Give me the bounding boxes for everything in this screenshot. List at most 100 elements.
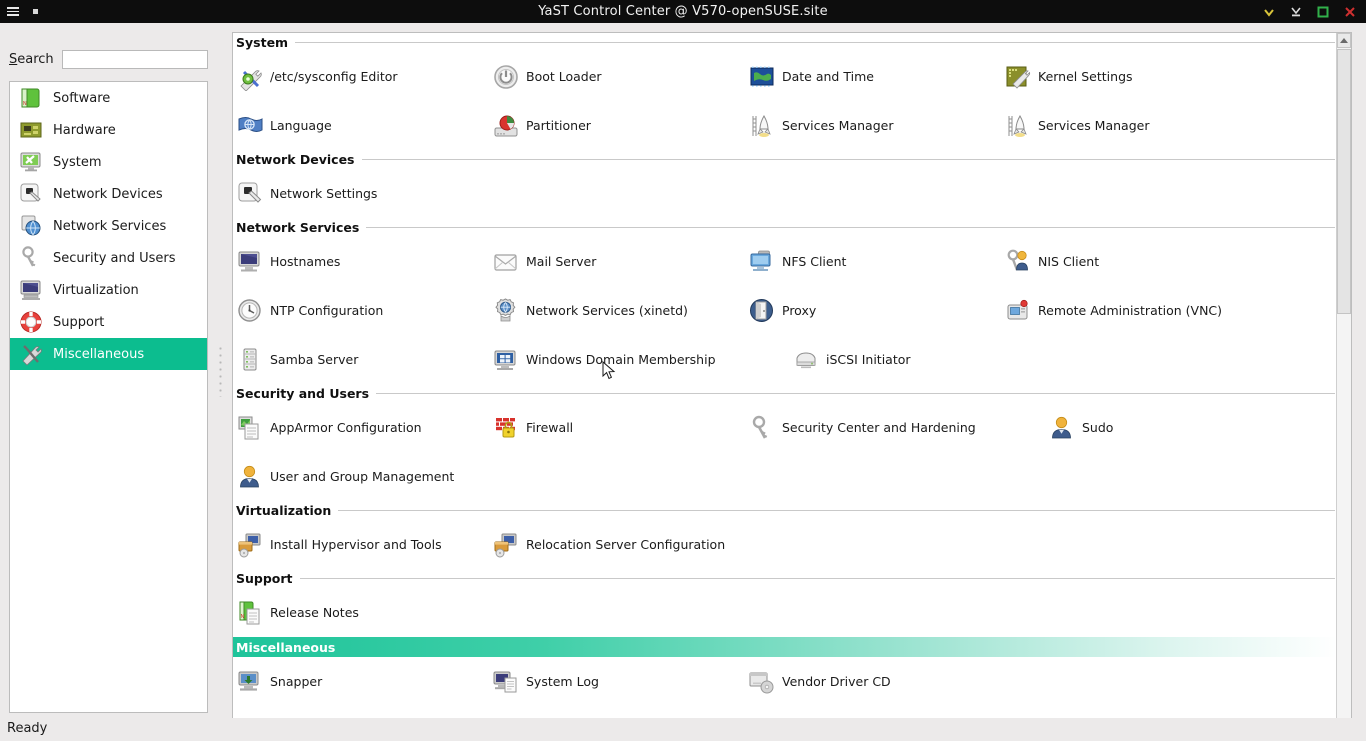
disk-pie-icon xyxy=(492,112,520,140)
module-install-hypervisor-and-tools[interactable]: Install Hypervisor and Tools xyxy=(236,520,492,569)
sidebar-item-label: Virtualization xyxy=(53,282,139,298)
module-label: NIS Client xyxy=(1038,254,1100,269)
sidebar-item-virtualization[interactable]: Virtualization xyxy=(10,274,207,306)
user-icon xyxy=(1048,414,1076,442)
gear-globe-icon xyxy=(492,297,520,325)
folder-monitor-icon xyxy=(748,248,776,276)
module-remote-administration-vnc[interactable]: Remote Administration (VNC) xyxy=(1004,286,1304,335)
module-label: User and Group Management xyxy=(270,469,455,484)
module-windows-domain-membership[interactable]: Windows Domain Membership xyxy=(492,335,792,384)
module-label: Install Hypervisor and Tools xyxy=(270,537,442,552)
module-nis-client[interactable]: NIS Client xyxy=(1004,237,1260,286)
module-hostnames[interactable]: Hostnames xyxy=(236,237,492,286)
module-sudo[interactable]: Sudo xyxy=(1048,403,1304,452)
maximize-button[interactable] xyxy=(1316,5,1330,19)
module-firewall[interactable]: Firewall xyxy=(492,403,748,452)
module-label: Windows Domain Membership xyxy=(526,352,716,367)
section-title: System xyxy=(236,35,289,50)
module-mail-server[interactable]: Mail Server xyxy=(492,237,748,286)
module-services-manager-1[interactable]: Services Manager xyxy=(748,101,1004,150)
module-ntp-configuration[interactable]: NTP Configuration xyxy=(236,286,492,335)
module-date-and-time[interactable]: Date and Time xyxy=(748,52,1004,101)
module-label: Language xyxy=(270,118,332,133)
flag-globe-icon xyxy=(236,112,264,140)
module-sysconfig-editor[interactable]: /etc/sysconfig Editor xyxy=(236,52,492,101)
module-system-log[interactable]: System Log xyxy=(492,657,748,706)
remote-screen-icon xyxy=(1004,297,1032,325)
module-services-manager-2[interactable]: Services Manager xyxy=(1004,101,1260,150)
envelope-icon xyxy=(492,248,520,276)
svg-text:N: N xyxy=(241,614,245,620)
rocket-launch-icon xyxy=(748,112,776,140)
sidebar-item-network-devices[interactable]: Network Devices xyxy=(10,178,207,210)
section-rule xyxy=(295,42,1335,43)
hamburger-icon[interactable] xyxy=(7,7,19,16)
module-partitioner[interactable]: Partitioner xyxy=(492,101,748,150)
module-iscsi-initiator[interactable]: iSCSI Initiator xyxy=(792,335,1048,384)
vertical-scrollbar[interactable] xyxy=(1336,33,1351,733)
box-monitor-icon xyxy=(492,531,520,559)
application-body: Search N Software Hardware System Networ… xyxy=(0,23,1366,734)
tools-icon xyxy=(18,341,44,367)
sidebar-item-label: Network Devices xyxy=(53,186,163,202)
disk-drive-icon xyxy=(792,346,820,374)
module-kernel-settings[interactable]: Kernel Settings xyxy=(1004,52,1260,101)
section-grid-miscellaneous: Snapper System Log Vendor Driver CD xyxy=(233,657,1337,706)
brick-wall-lock-icon xyxy=(492,414,520,442)
search-row: Search xyxy=(9,50,208,69)
sidebar-item-label: Network Services xyxy=(53,218,167,234)
sidebar-item-system[interactable]: System xyxy=(10,146,207,178)
svg-text:N: N xyxy=(23,101,27,107)
scrollbar-thumb[interactable] xyxy=(1337,49,1351,314)
keys-icon xyxy=(18,245,44,271)
module-network-services-xinetd[interactable]: Network Services (xinetd) xyxy=(492,286,748,335)
module-vendor-driver-cd[interactable]: Vendor Driver CD xyxy=(748,657,1004,706)
module-proxy[interactable]: Proxy xyxy=(748,286,1004,335)
sidebar-item-hardware[interactable]: Hardware xyxy=(10,114,207,146)
monitor-wrench-icon xyxy=(18,149,44,175)
wrench-screwdriver-icon xyxy=(236,63,264,91)
module-relocation-server-configuration[interactable]: Relocation Server Configuration xyxy=(492,520,792,569)
module-snapper[interactable]: Snapper xyxy=(236,657,492,706)
section-header-security-and-users: Security and Users xyxy=(236,384,1335,403)
sidebar-item-support[interactable]: Support xyxy=(10,306,207,338)
user-icon xyxy=(236,463,264,491)
section-title: Virtualization xyxy=(236,503,332,518)
lifebuoy-icon xyxy=(18,309,44,335)
computer-icon xyxy=(18,277,44,303)
close-button[interactable] xyxy=(1343,5,1357,19)
window-menu-dot-icon[interactable] xyxy=(33,9,38,14)
search-input[interactable] xyxy=(61,50,208,69)
sidebar-category-list[interactable]: N Software Hardware System Network Devic… xyxy=(9,81,208,713)
sidebar-item-label: Support xyxy=(53,314,105,330)
module-boot-loader[interactable]: Boot Loader xyxy=(492,52,748,101)
module-samba-server[interactable]: Samba Server xyxy=(236,335,492,384)
sidebar-item-miscellaneous[interactable]: Miscellaneous xyxy=(10,338,207,370)
splitter-grip xyxy=(219,345,222,397)
sidebar-item-software[interactable]: N Software xyxy=(10,82,207,114)
module-network-settings[interactable]: Network Settings xyxy=(236,169,492,218)
windows-monitor-icon xyxy=(492,346,520,374)
module-language[interactable]: Language xyxy=(236,101,492,150)
section-title: Miscellaneous xyxy=(236,639,336,655)
minimize-button[interactable] xyxy=(1262,5,1276,19)
module-label: NTP Configuration xyxy=(270,303,384,318)
book-document-icon: N xyxy=(236,599,264,627)
shade-button[interactable] xyxy=(1289,5,1303,19)
module-security-center-and-hardening[interactable]: Security Center and Hardening xyxy=(748,403,1048,452)
scroll-up-button[interactable] xyxy=(1337,33,1351,48)
module-label: Samba Server xyxy=(270,352,359,367)
sidebar-item-network-services[interactable]: Network Services xyxy=(10,210,207,242)
section-header-network-services: Network Services xyxy=(236,218,1335,237)
section-header-miscellaneous: Miscellaneous xyxy=(233,637,1337,657)
module-label: iSCSI Initiator xyxy=(826,352,911,367)
module-nfs-client[interactable]: NFS Client xyxy=(748,237,1004,286)
module-label: Release Notes xyxy=(270,605,359,620)
panel-splitter[interactable] xyxy=(212,23,232,718)
status-text: Ready xyxy=(7,721,48,736)
sidebar-item-security-and-users[interactable]: Security and Users xyxy=(10,242,207,274)
module-apparmor-configuration[interactable]: AppArmor Configuration xyxy=(236,403,492,452)
module-label: Mail Server xyxy=(526,254,597,269)
module-release-notes[interactable]: N Release Notes xyxy=(236,588,492,637)
module-user-and-group-management[interactable]: User and Group Management xyxy=(236,452,536,501)
